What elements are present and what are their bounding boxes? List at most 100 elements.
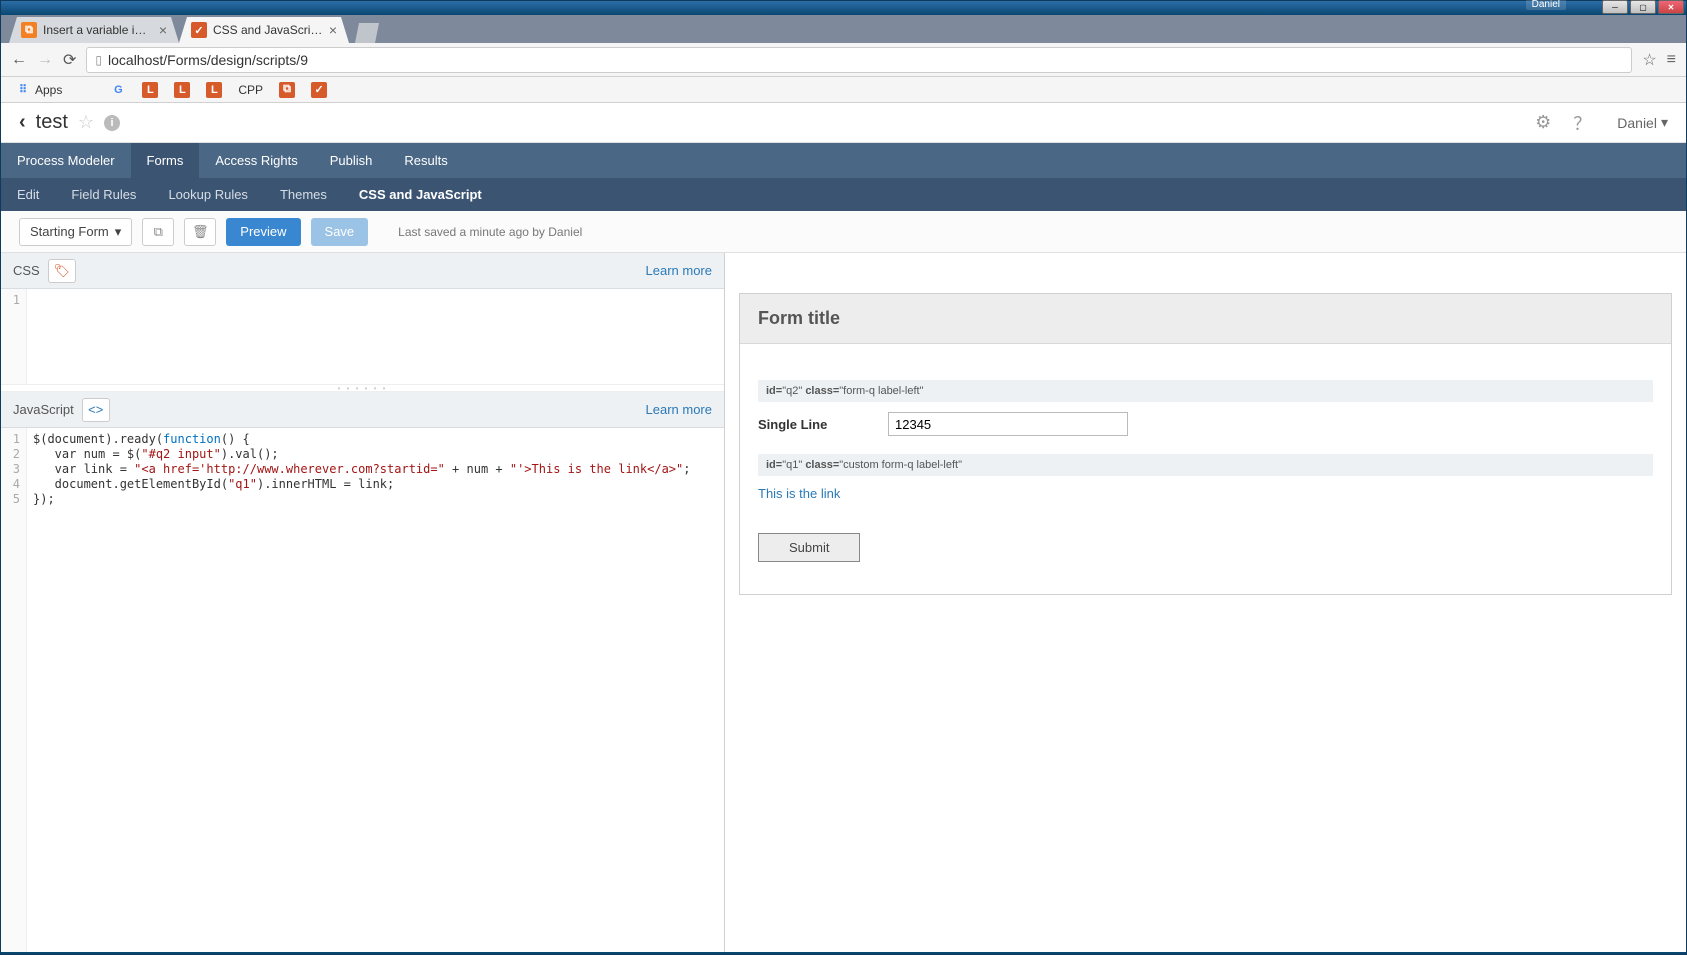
save-status: Last saved a minute ago by Daniel [398,225,582,239]
app-header: ‹ test ☆ i ⚙ ？ Daniel ▾ [1,103,1686,143]
dropdown-label: Starting Form [30,224,109,239]
bookmark-item[interactable]: L [170,80,194,100]
form-body: id="q2" class="form-q label-left" Single… [740,344,1671,594]
nav-publish[interactable]: Publish [314,143,389,178]
js-editor[interactable]: 1 2 3 4 5 $(document).ready(function() {… [1,428,724,952]
close-tab-icon[interactable]: × [329,22,337,38]
browser-tab[interactable]: ⧉ Insert a variable into hype × [9,17,179,43]
tab-title: Insert a variable into hype [43,23,153,37]
css-gutter: 1 [1,289,27,384]
subnav-field-rules[interactable]: Field Rules [55,178,152,211]
js-learn-more-link[interactable]: Learn more [646,402,712,417]
left-pane: CSS 🏷 Learn more 1 • • • • • • JavaScrip… [1,253,725,952]
js-gutter: 1 2 3 4 5 [1,428,27,952]
letter-l-icon: L [206,82,222,98]
browser-tab-active[interactable]: ✓ CSS and JavaScript | Laser × [179,17,349,43]
url-input[interactable]: ▯ localhost/Forms/design/scripts/9 [86,47,1632,73]
resize-handle[interactable]: • • • • • • [1,384,724,392]
css-learn-more-link[interactable]: Learn more [646,263,712,278]
js-code: $(document).ready(function() { var num =… [27,428,696,952]
tab-title: CSS and JavaScript | Laser [213,23,323,37]
subnav-css-js[interactable]: CSS and JavaScript [343,178,498,211]
square-icon: ⧉ [279,82,295,98]
letter-l-icon: L [142,82,158,98]
titlebar-username: Daniel [1526,0,1566,10]
copy-button[interactable]: ⧉ [142,218,174,246]
info-icon[interactable]: i [104,115,120,131]
subnav-edit[interactable]: Edit [1,178,55,211]
nav-access-rights[interactable]: Access Rights [199,143,313,178]
bookmark-item[interactable]: L [202,80,226,100]
nav-results[interactable]: Results [388,143,463,178]
secondary-nav: Edit Field Rules Lookup Rules Themes CSS… [1,178,1686,211]
window-controls: ─ ▢ ✕ [1602,0,1684,14]
preview-button[interactable]: Preview [226,218,300,246]
chevron-down-icon: ▾ [1661,114,1668,131]
field-meta: id="q2" class="form-q label-left" [758,380,1653,402]
form-title: Form title [758,308,1653,329]
form-title-bar: Form title [740,294,1671,344]
url-text: localhost/Forms/design/scripts/9 [108,52,308,68]
apps-grid-icon: ⠿ [15,82,31,98]
generated-link[interactable]: This is the link [758,486,840,501]
close-window-button[interactable]: ✕ [1658,0,1684,14]
single-line-input[interactable] [888,412,1128,436]
back-chevron-icon[interactable]: ‹ [19,111,26,134]
close-tab-icon[interactable]: × [159,22,167,38]
editor-area: CSS 🏷 Learn more 1 • • • • • • JavaScrip… [1,253,1686,952]
tag-icon[interactable]: 🏷 [48,259,76,283]
bookmark-cpp[interactable]: CPP [234,81,267,99]
chevron-down-icon: ▾ [115,224,122,240]
subnav-themes[interactable]: Themes [264,178,343,211]
gear-icon[interactable]: ⚙ [1535,112,1551,133]
js-panel-header: JavaScript <> Learn more [1,392,724,428]
new-tab-button[interactable] [355,23,379,43]
trash-icon: 🗑 [192,224,209,240]
field-meta: id="q1" class="custom form-q label-left" [758,454,1653,476]
save-button[interactable]: Save [311,218,369,246]
nav-process-modeler[interactable]: Process Modeler [1,143,131,178]
apple-icon [78,82,94,98]
back-button[interactable]: ← [11,51,27,69]
forward-button[interactable]: → [37,51,53,69]
js-panel-title: JavaScript [13,402,74,417]
css-panel-header: CSS 🏷 Learn more [1,253,724,289]
favorite-star-icon[interactable]: ☆ [78,112,94,133]
laserfiche-icon: ✓ [191,22,207,38]
reload-button[interactable]: ⟳ [63,50,76,70]
code-icon[interactable]: <> [82,398,110,422]
bookmark-item[interactable]: ✓ [307,80,331,100]
apps-bookmark[interactable]: ⠿ Apps [11,80,66,100]
check-icon: ✓ [311,82,327,98]
form-preview: Form title id="q2" class="form-q label-l… [739,293,1672,595]
user-menu[interactable]: Daniel ▾ [1617,114,1668,131]
letter-l-icon: L [174,82,190,98]
bookmark-star-icon[interactable]: ☆ [1642,50,1656,70]
nav-forms[interactable]: Forms [131,143,200,178]
address-bar: ← → ⟳ ▯ localhost/Forms/design/scripts/9… [1,43,1686,77]
google-icon: G [110,82,126,98]
bookmark-item[interactable]: G [106,80,130,100]
field-row: Single Line [758,412,1653,436]
bookmark-bar: ⠿ Apps G L L L CPP ⧉ ✓ [1,77,1686,103]
bookmark-item[interactable]: ⧉ [275,80,299,100]
css-editor[interactable]: 1 [1,289,724,384]
minimize-button[interactable]: ─ [1602,0,1628,14]
delete-button[interactable]: 🗑 [184,218,216,246]
form-select-dropdown[interactable]: Starting Form ▾ [19,218,132,246]
bookmark-item[interactable]: L [138,80,162,100]
preview-pane: Form title id="q2" class="form-q label-l… [725,253,1686,952]
subnav-lookup-rules[interactable]: Lookup Rules [152,178,264,211]
browser-menu-icon[interactable]: ≡ [1667,51,1676,69]
css-panel-title: CSS [13,263,40,278]
help-icon[interactable]: ？ [1573,110,1591,136]
submit-button[interactable]: Submit [758,533,860,562]
css-code [27,289,39,384]
bookmark-item[interactable] [74,80,98,100]
field-label: Single Line [758,417,868,432]
maximize-button[interactable]: ▢ [1630,0,1656,14]
page-icon: ▯ [95,53,102,67]
browser-tab-strip: ⧉ Insert a variable into hype × ✓ CSS an… [1,15,1686,43]
primary-nav: Process Modeler Forms Access Rights Publ… [1,143,1686,178]
copy-icon: ⧉ [154,224,163,240]
